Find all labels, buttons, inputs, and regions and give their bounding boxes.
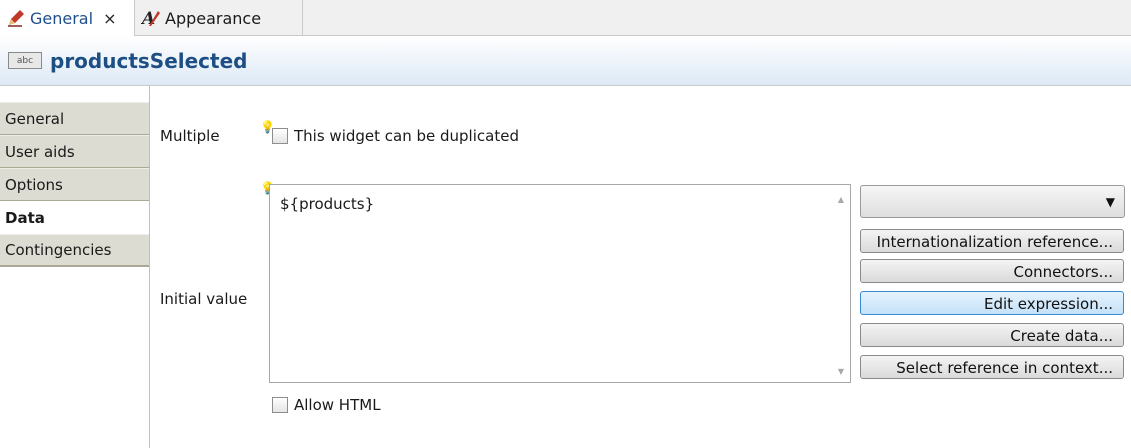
connectors-button[interactable]: Connectors... (860, 259, 1124, 283)
duplicate-checkbox-label: This widget can be duplicated (294, 127, 519, 145)
page-title: productsSelected (50, 48, 248, 73)
tab-general-label: General (30, 8, 94, 28)
tab-appearance-label: Appearance (165, 8, 262, 28)
nav-item-data[interactable]: Data (0, 201, 149, 234)
nav-item-general[interactable]: General (0, 102, 149, 135)
nav-item-contingencies[interactable]: Contingencies (0, 234, 149, 267)
tab-general[interactable]: General × (0, 0, 135, 36)
widget-header: abc productsSelected (0, 36, 1131, 86)
duplicate-checkbox[interactable] (272, 128, 288, 144)
initial-value-label: Initial value (160, 290, 248, 308)
svg-text:A: A (141, 9, 155, 28)
scroll-up-icon[interactable]: ▲ (838, 195, 844, 204)
nav-item-options[interactable]: Options (0, 168, 149, 201)
pencil-icon (8, 10, 24, 27)
appearance-icon: A (141, 9, 160, 28)
initial-value-text: ${products} (280, 195, 375, 213)
initial-value-textarea[interactable]: ${products} ▲ ▼ (269, 184, 851, 383)
tab-appearance[interactable]: A Appearance (135, 0, 303, 36)
nav-item-user-aids[interactable]: User aids (0, 135, 149, 168)
editor-tab-bar: General × A Appearance (0, 0, 1131, 36)
internationalization-reference-button[interactable]: Internationalization reference... (860, 229, 1124, 253)
text-widget-icon: abc (8, 52, 42, 69)
allow-html-checkbox[interactable] (272, 397, 288, 413)
section-nav: General User aids Options Data Contingen… (0, 86, 150, 448)
dropdown-arrow-icon: ▼ (1105, 195, 1115, 209)
create-data-button[interactable]: Create data... (860, 323, 1124, 347)
scroll-down-icon[interactable]: ▼ (838, 367, 844, 376)
select-reference-button[interactable]: Select reference in context... (860, 355, 1124, 379)
allow-html-label: Allow HTML (294, 396, 381, 414)
edit-expression-button[interactable]: Edit expression... (860, 291, 1124, 315)
initial-value-dropdown[interactable]: ▼ (860, 185, 1125, 218)
close-icon[interactable]: × (103, 9, 116, 28)
multiple-label: Multiple (160, 127, 220, 145)
